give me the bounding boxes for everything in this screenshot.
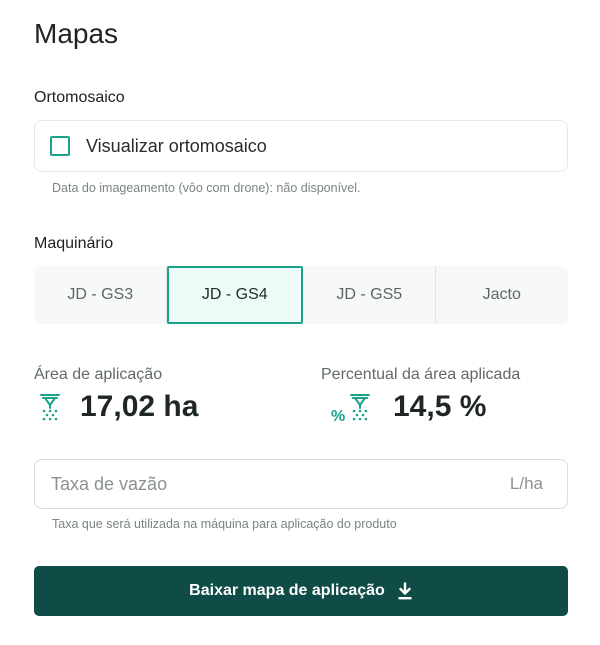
area-value: 17,02 ha [80,390,199,423]
download-icon [398,582,412,600]
ortomosaico-section-label: Ortomosaico [34,89,125,106]
tab-jd-gs4[interactable]: JD - GS4 [166,266,303,324]
ortomosaico-checkbox-label: Visualizar ortomosaico [86,135,267,156]
tab-jd-gs5[interactable]: JD - GS5 [303,266,436,324]
download-button-label: Baixar mapa de aplicação [189,582,385,599]
area-stat: 17,02 ha [38,390,198,424]
rate-input[interactable] [51,473,471,495]
percent-sprayer-icon: % [331,394,370,422]
maquinario-section-label: Maquinário [34,235,114,252]
rate-unit: L/ha [509,474,543,493]
ortomosaico-checkbox[interactable] [50,136,70,156]
download-map-button[interactable]: Baixar mapa de aplicação [34,566,568,616]
ortomosaico-helper-text: Data do imageamento (vôo com drone): não… [52,181,361,195]
maps-panel: Mapas Ortomosaico Visualizar ortomosaico… [0,0,600,645]
percent-area-stat: % 14,5 % [331,390,486,424]
ortomosaico-toggle[interactable]: Visualizar ortomosaico [34,120,568,172]
tab-jacto[interactable]: Jacto [436,266,569,324]
rate-field: L/ha [34,459,568,509]
page-title: Mapas [34,18,119,49]
rate-helper-text: Taxa que será utilizada na máquina para … [52,517,397,531]
percent-area-value: 14,5 % [393,390,487,423]
tab-jd-gs3[interactable]: JD - GS3 [34,266,167,324]
svg-text:%: % [331,408,345,422]
machinery-tabs: JD - GS3 JD - GS4 JD - GS5 Jacto [34,266,568,324]
sprayer-icon [40,394,60,421]
percent-area-label: Percentual da área aplicada [321,366,521,383]
area-label: Área de aplicação [34,366,163,383]
